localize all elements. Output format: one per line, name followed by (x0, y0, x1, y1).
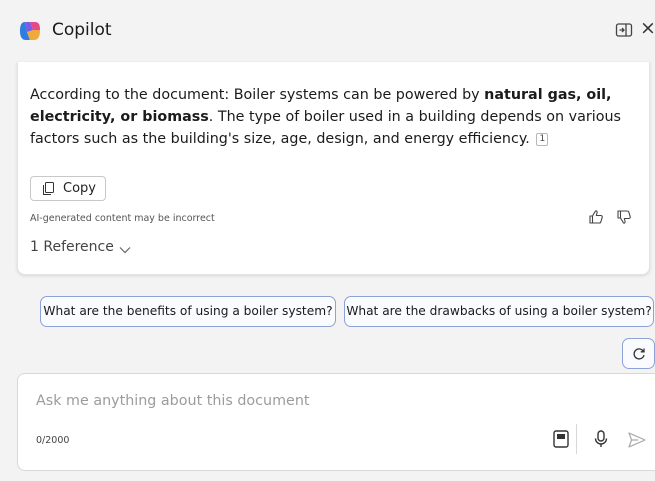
answer-text-before: According to the document: Boiler system… (30, 87, 485, 103)
title-bar: Copilot × (0, 0, 655, 62)
reference-toggle[interactable]: 1 Reference (30, 239, 114, 255)
answer-text: According to the document: Boiler system… (30, 84, 642, 150)
document-icon[interactable] (553, 430, 569, 448)
refresh-icon (633, 348, 645, 360)
copilot-logo-icon (20, 22, 40, 40)
response-card: According to the document: Boiler system… (17, 62, 650, 275)
chat-input-placeholder[interactable]: Ask me anything about this document (36, 393, 309, 409)
chevron-down-icon[interactable] (119, 246, 131, 254)
thumbs-up-icon[interactable] (588, 209, 604, 225)
microphone-icon[interactable] (594, 430, 608, 448)
chat-input-box[interactable]: Ask me anything about this document 0/20… (17, 373, 655, 471)
thumbs-down-icon[interactable] (616, 209, 632, 225)
copy-label: Copy (63, 181, 96, 196)
close-icon[interactable]: × (640, 17, 655, 39)
send-icon[interactable] (628, 432, 646, 448)
citation-badge[interactable]: 1 (536, 133, 549, 146)
open-pane-icon[interactable] (614, 20, 634, 40)
app-title: Copilot (52, 20, 112, 40)
character-counter: 0/2000 (36, 435, 70, 446)
suggestion-chip-drawbacks[interactable]: What are the drawbacks of using a boiler… (344, 296, 654, 327)
suggestion-chip-benefits[interactable]: What are the benefits of using a boiler … (40, 296, 336, 327)
refresh-suggestions-button[interactable] (622, 338, 655, 369)
toolbar-divider (576, 424, 577, 454)
disclaimer-text: AI-generated content may be incorrect (30, 213, 215, 224)
copy-icon (43, 182, 54, 195)
copy-button[interactable]: Copy (30, 176, 106, 201)
